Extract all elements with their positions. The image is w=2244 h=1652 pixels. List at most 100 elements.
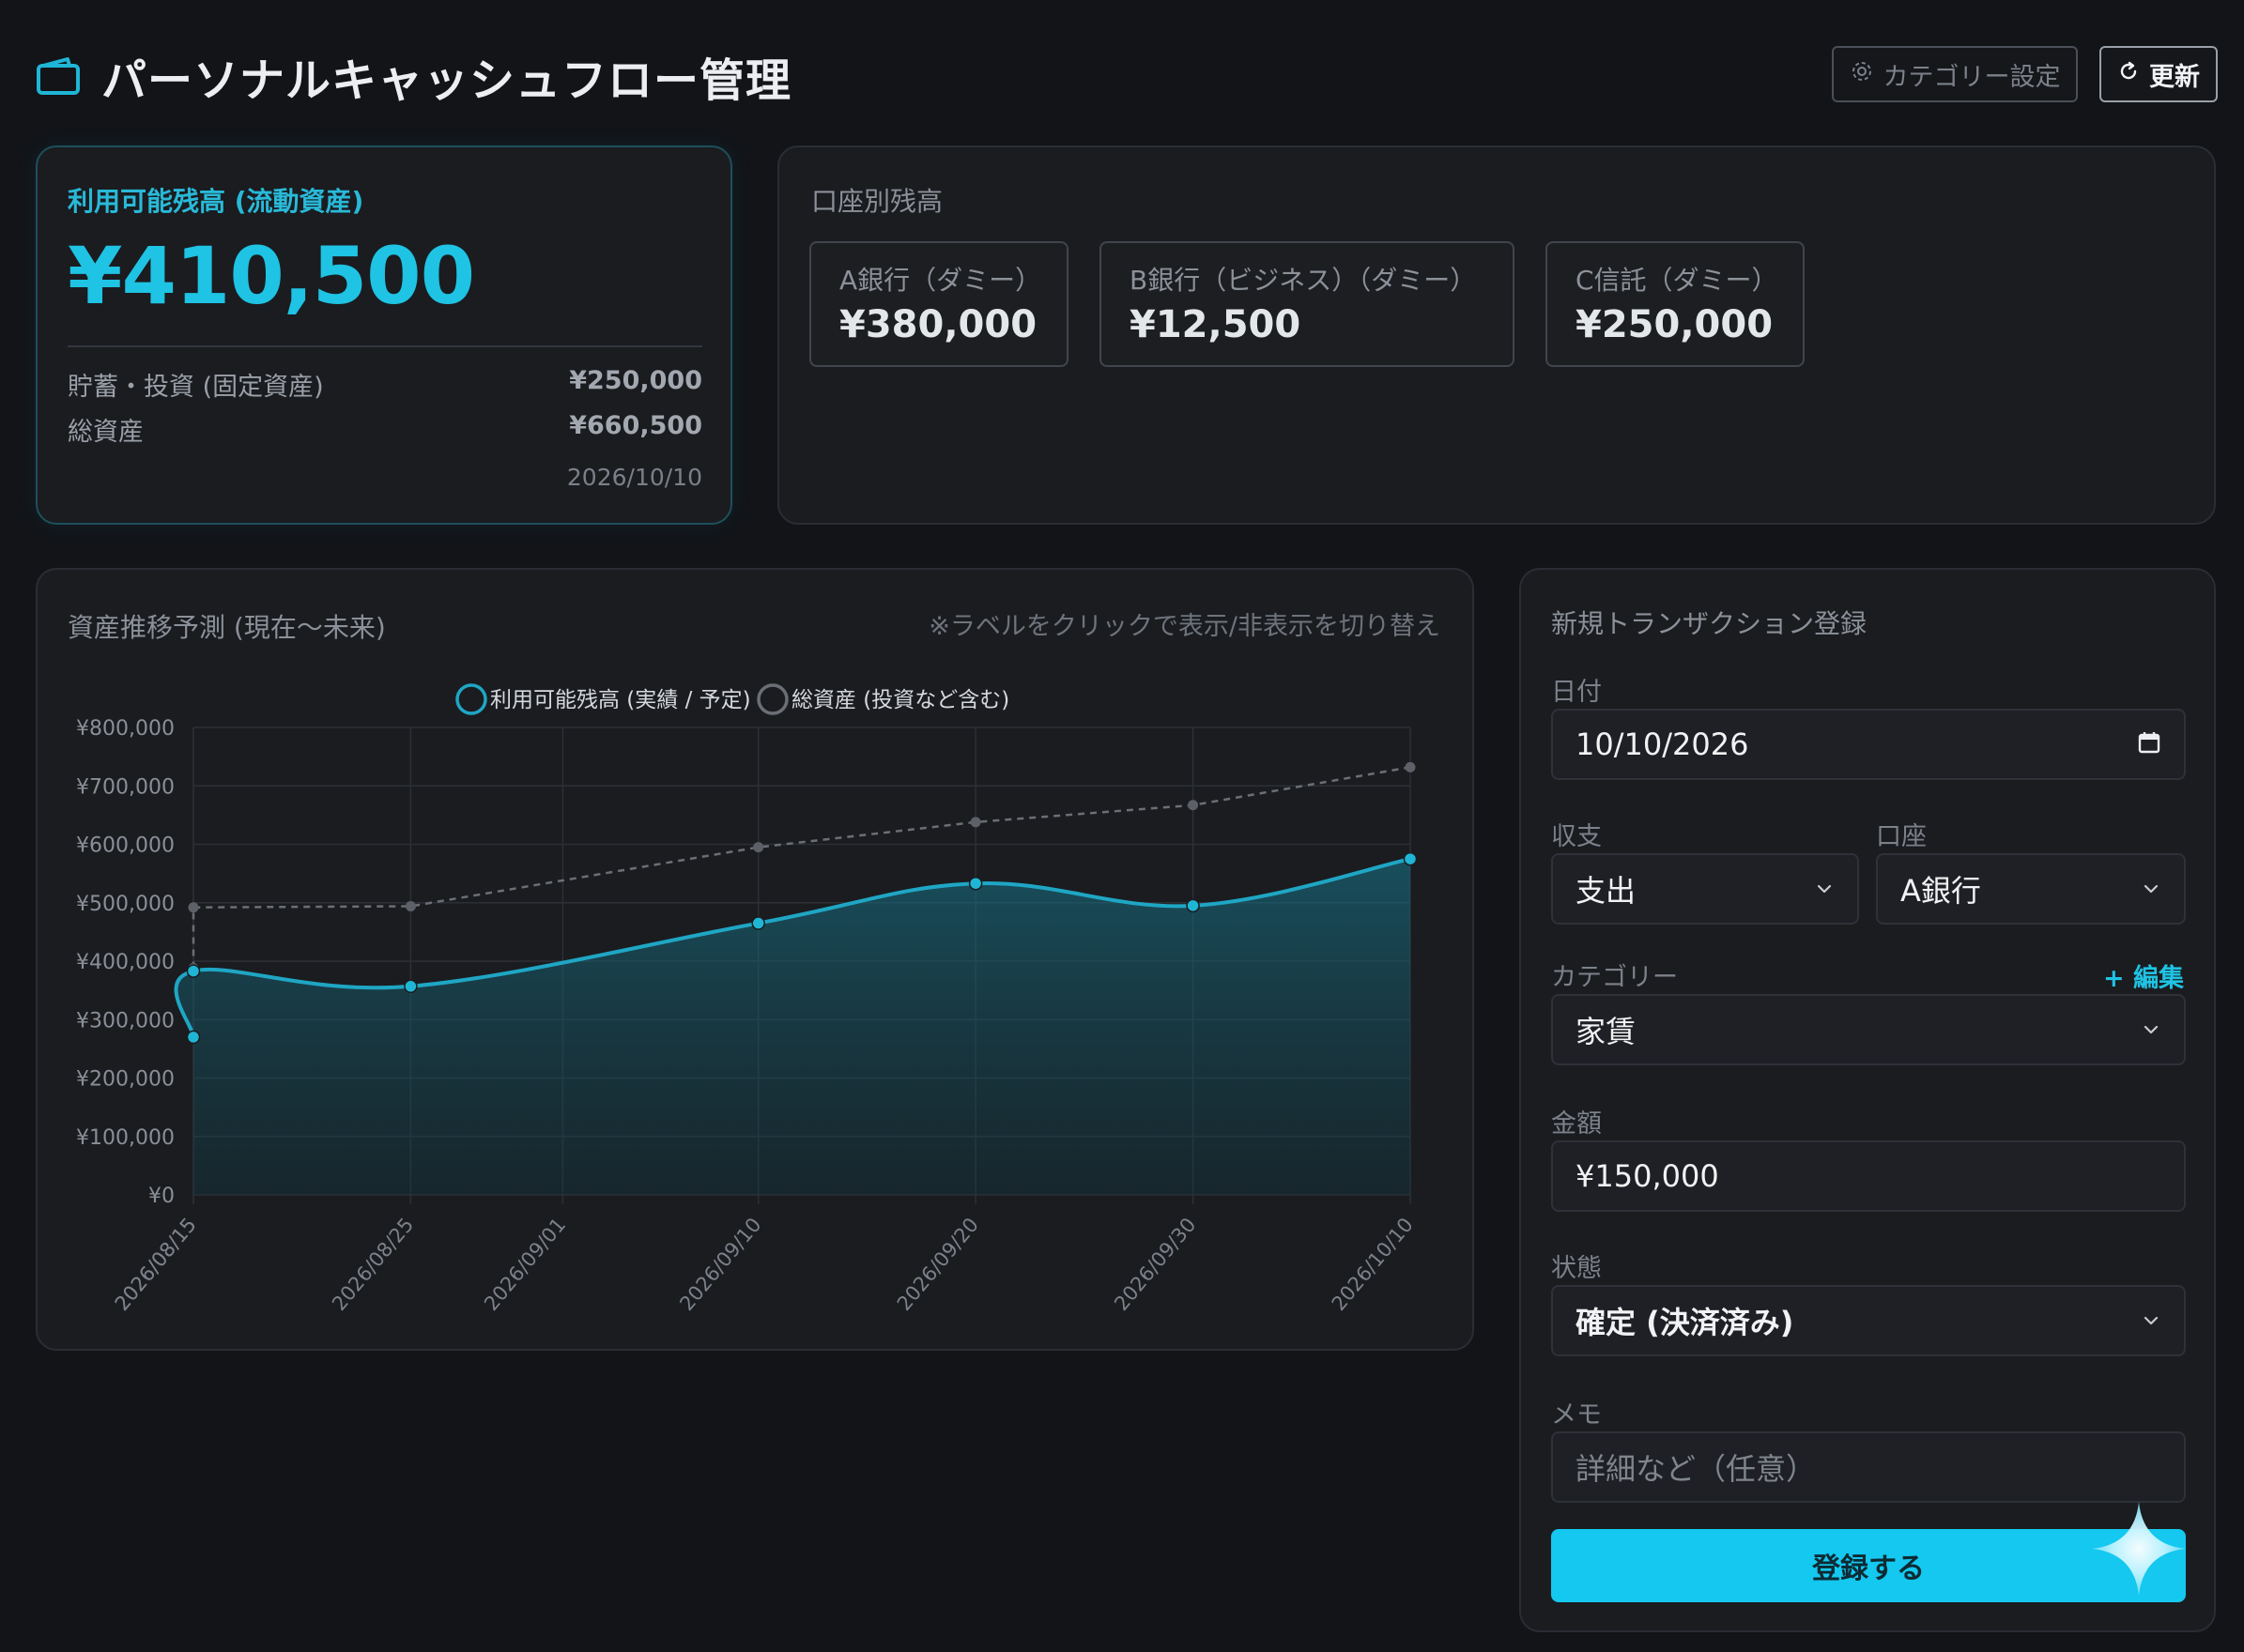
new-transaction-form: 新規トランザクション登録 日付 10/10/2026 収支 支出 口座 A銀行 … [1519, 568, 2216, 1632]
total-assets-point [405, 900, 416, 911]
available-balance-area [176, 859, 1411, 1195]
account-label: 口座 [1876, 822, 1927, 851]
divider [68, 345, 702, 347]
account-balances-label: 口座別残高 [811, 186, 944, 217]
amount-value: ¥150,000 [1575, 1158, 1719, 1194]
available-balance-point [1186, 898, 1200, 913]
app-title: パーソナルキャッシュフロー管理 [36, 43, 792, 109]
legend-label-total: 総資産 (投資など含む) [792, 688, 1009, 712]
asset-forecast-card: ¥800,000 ¥700,000 ¥600,000 ¥500,000 ¥400,000… [36, 568, 1474, 1351]
y-tick-label: ¥300,000 [76, 1009, 175, 1032]
total-assets-amount: ¥660,500 [569, 411, 702, 440]
savings-amount: ¥250,000 [569, 366, 702, 395]
x-tick-label: 2026/09/20 [893, 1214, 983, 1315]
wallet-icon [36, 56, 81, 96]
y-tick-label: ¥800,000 [76, 717, 175, 741]
x-tick-label: 2026/09/01 [480, 1214, 570, 1315]
gear-icon [1850, 59, 1874, 90]
available-balance-point [186, 1030, 201, 1045]
type-label: 収支 [1551, 822, 1602, 851]
available-balance-point [1403, 851, 1418, 866]
submit-button[interactable]: 登録する [1551, 1529, 2186, 1602]
type-value: 支出 [1575, 873, 1637, 909]
chart-title: 資産推移予測 (現在〜未来) [68, 612, 386, 643]
status-value: 確定 (決済済み) [1575, 1305, 1794, 1340]
submit-label: 登録する [1812, 1553, 1925, 1585]
refresh-button[interactable]: 更新 [2099, 46, 2218, 102]
account-amount: ¥250,000 [1575, 303, 1774, 346]
status-select[interactable]: 確定 (決済済み) [1551, 1285, 2186, 1356]
date-field[interactable]: 10/10/2026 [1551, 709, 2186, 780]
account-card-c[interactable]: C信託（ダミー） ¥250,000 [1545, 241, 1805, 367]
legend-marker-available [455, 683, 487, 715]
total-assets-point [188, 902, 199, 913]
available-balance-point [186, 964, 201, 978]
legend-marker-total [757, 683, 789, 715]
category-label: カテゴリー [1551, 963, 1678, 992]
available-balance-label: 利用可能残高 (流動資産) [68, 186, 364, 217]
form-title: 新規トランザクション登録 [1551, 608, 1867, 639]
account-name: B銀行（ビジネス）（ダミー） [1130, 265, 1477, 296]
calendar-icon[interactable] [2137, 727, 2161, 762]
account-name: A銀行（ダミー） [839, 265, 1042, 296]
chevron-down-icon [1814, 871, 1835, 907]
total-assets-point [753, 842, 764, 853]
x-tick-label: 2026/09/30 [1110, 1214, 1200, 1315]
asset-forecast-chart: ¥800,000 ¥700,000 ¥600,000 ¥500,000 ¥400,000… [76, 683, 1418, 1315]
savings-row: 貯蓄・投資 (固定資産) ¥250,000 [68, 366, 702, 403]
y-tick-label: ¥100,000 [76, 1126, 175, 1150]
x-tick-label: 2026/08/25 [328, 1214, 418, 1315]
amount-input[interactable]: ¥150,000 [1551, 1140, 2186, 1212]
category-edit-link[interactable]: + 編集 [2103, 957, 2184, 994]
account-card-a[interactable]: A銀行（ダミー） ¥380,000 [809, 241, 1068, 367]
total-assets-label: 総資産 [68, 418, 144, 447]
chevron-down-icon [2141, 871, 2161, 907]
category-settings-button[interactable]: カテゴリー設定 [1832, 46, 2078, 102]
refresh-label: 更新 [2149, 62, 2200, 92]
y-tick-label: ¥0 [148, 1185, 175, 1208]
account-amount: ¥380,000 [839, 303, 1037, 346]
total-assets-point [1405, 761, 1416, 772]
y-tick-label: ¥700,000 [76, 775, 175, 799]
total-assets-point [970, 817, 981, 828]
available-balance-card: 利用可能残高 (流動資産) ¥410,500 貯蓄・投資 (固定資産) ¥250… [36, 145, 732, 525]
chevron-down-icon [2141, 1012, 2161, 1048]
x-tick-label: 2026/09/10 [675, 1214, 765, 1315]
category-select[interactable]: 家賃 [1551, 994, 2186, 1065]
y-tick-label: ¥500,000 [76, 893, 175, 916]
category-value: 家賃 [1575, 1014, 1637, 1049]
type-select[interactable]: 支出 [1551, 853, 1859, 925]
legend-label-available: 利用可能残高 (実績 / 予定) [490, 688, 751, 712]
account-select[interactable]: A銀行 [1876, 853, 2186, 925]
date-value: 10/10/2026 [1575, 727, 1749, 762]
chevron-down-icon [2141, 1303, 2161, 1338]
available-balance-point [968, 876, 983, 891]
y-tick-label: ¥200,000 [76, 1068, 175, 1092]
available-balance-point [751, 916, 765, 930]
account-card-b[interactable]: B銀行（ビジネス）（ダミー） ¥12,500 [1099, 241, 1514, 367]
available-balance-point [404, 979, 418, 994]
memo-input[interactable]: 詳細など（任意） [1551, 1431, 2186, 1503]
category-settings-label: カテゴリー設定 [1883, 62, 2061, 92]
refresh-icon [2117, 60, 2140, 89]
available-balance-amount: ¥410,500 [68, 230, 475, 322]
y-tick-label: ¥400,000 [76, 951, 175, 974]
balance-date: 2026/10/10 [566, 464, 702, 491]
memo-label: メモ [1551, 1400, 1602, 1430]
account-value: A銀行 [1900, 873, 1981, 909]
date-label: 日付 [1551, 678, 1602, 707]
total-assets-row: 総資産 ¥660,500 [68, 411, 702, 448]
memo-placeholder: 詳細など（任意） [1575, 1451, 1817, 1487]
x-tick-label: 2026/10/10 [1328, 1214, 1418, 1315]
y-tick-label: ¥600,000 [76, 834, 175, 858]
account-balances-card: 口座別残高 A銀行（ダミー） ¥380,000 B銀行（ビジネス）（ダミー） ¥… [777, 145, 2216, 525]
amount-label: 金額 [1551, 1109, 1602, 1139]
account-amount: ¥12,500 [1130, 303, 1301, 346]
page-title: パーソナルキャッシュフロー管理 [101, 54, 792, 107]
status-label: 状態 [1551, 1254, 1602, 1283]
account-name: C信託（ダミー） [1575, 265, 1778, 296]
x-tick-label: 2026/08/15 [111, 1214, 201, 1315]
chart-hint: ※ラベルをクリックで表示/非表示を切り替え [929, 612, 1440, 641]
sparkle-icon [2092, 1502, 2186, 1599]
total-assets-point [1188, 800, 1199, 811]
